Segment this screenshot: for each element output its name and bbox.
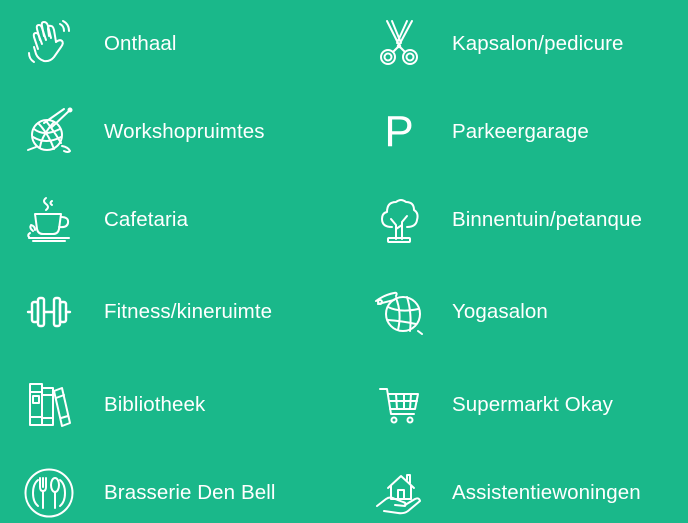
facility-item-cafetaria: Cafetaria bbox=[20, 192, 188, 248]
facility-label: Parkeergarage bbox=[452, 120, 589, 143]
yarn-ball-icon bbox=[20, 104, 78, 160]
facility-item-brasserie: Brasserie Den Bell bbox=[20, 465, 276, 521]
facility-label: Fitness/kineruimte bbox=[104, 300, 273, 323]
facility-item-bibliotheek: Bibliotheek bbox=[20, 377, 205, 433]
parking-glyph: P bbox=[384, 107, 414, 156]
yoga-ball-icon bbox=[370, 284, 428, 340]
books-icon bbox=[20, 377, 78, 433]
facility-item-kapsalon: Kapsalon/pedicure bbox=[370, 16, 624, 72]
scissors-icon bbox=[370, 16, 428, 72]
facility-item-workshopruimtes: Workshopruimtes bbox=[20, 104, 265, 160]
plate-cutlery-icon bbox=[20, 465, 78, 521]
parking-icon: P bbox=[370, 104, 428, 160]
facility-label: Cafetaria bbox=[104, 208, 189, 231]
house-in-hand-icon bbox=[370, 465, 428, 521]
facility-item-fitness: Fitness/kineruimte bbox=[20, 284, 272, 340]
facility-label: Onthaal bbox=[104, 32, 177, 55]
facility-item-binnentuin: Binnentuin/petanque bbox=[370, 192, 642, 248]
facility-item-yogasalon: Yogasalon bbox=[370, 284, 548, 340]
dumbbell-icon bbox=[20, 284, 78, 340]
facility-label: Binnentuin/petanque bbox=[452, 208, 642, 231]
facility-item-assistentiewoningen: Assistentiewoningen bbox=[370, 465, 641, 521]
coffee-cup-icon bbox=[20, 192, 78, 248]
shopping-cart-icon bbox=[370, 377, 428, 433]
facility-label: Bibliotheek bbox=[104, 393, 206, 416]
facility-label: Kapsalon/pedicure bbox=[452, 32, 624, 55]
facility-item-onthaal: Onthaal bbox=[20, 16, 177, 72]
tree-icon bbox=[370, 192, 428, 248]
facility-label: Brasserie Den Bell bbox=[104, 481, 276, 504]
facility-item-parkeergarage: P Parkeergarage bbox=[370, 104, 589, 160]
facility-label: Supermarkt Okay bbox=[452, 393, 613, 416]
facility-label: Workshopruimtes bbox=[104, 120, 265, 143]
facility-label: Yogasalon bbox=[452, 300, 548, 323]
waving-hand-icon bbox=[20, 16, 78, 72]
facilities-grid: Onthaal Workshopruimtes Cafetaria Fitnes… bbox=[0, 0, 688, 523]
facility-label: Assistentiewoningen bbox=[452, 481, 641, 504]
facility-item-supermarkt: Supermarkt Okay bbox=[370, 377, 613, 433]
